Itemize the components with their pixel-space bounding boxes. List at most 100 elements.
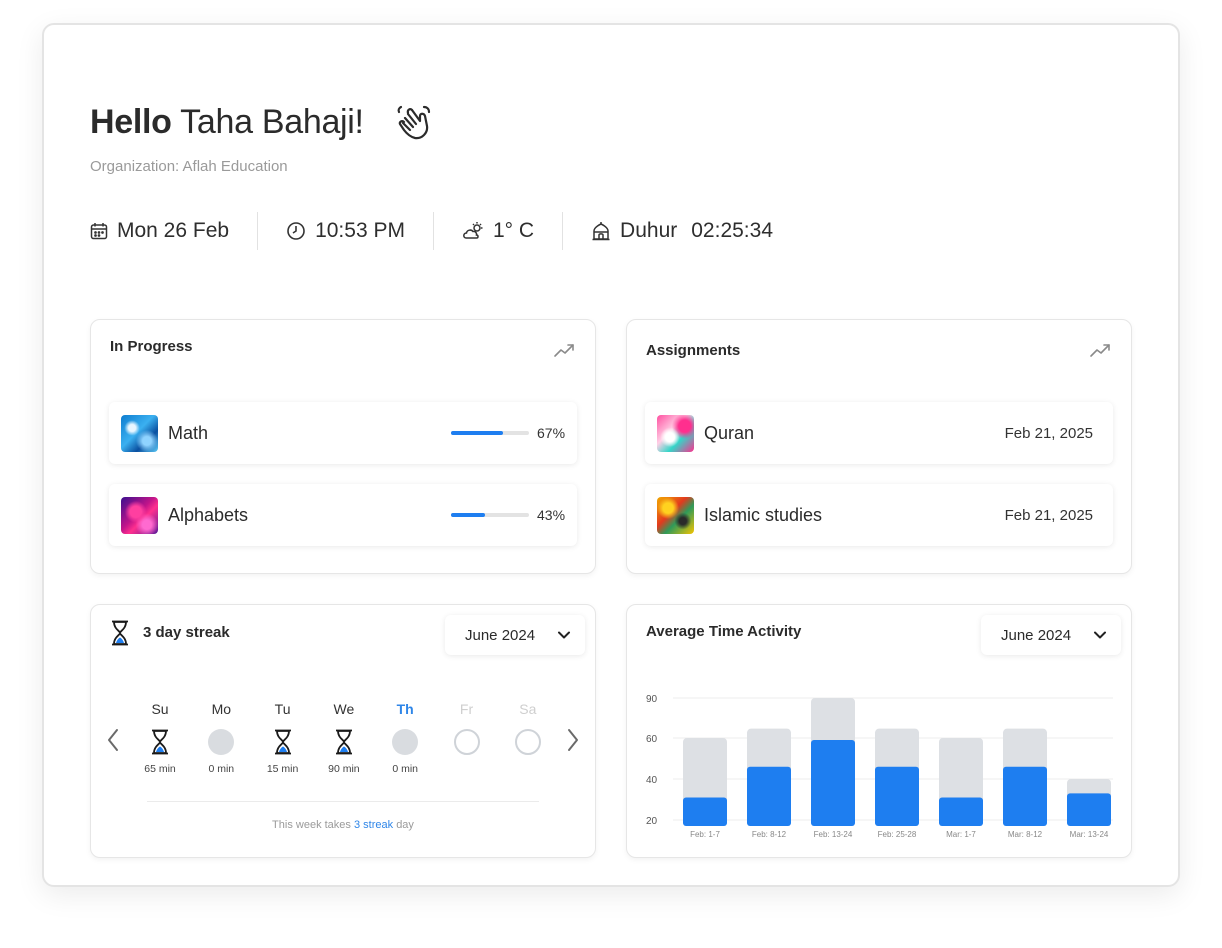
- empty-circle-icon: [453, 729, 480, 755]
- partly-cloudy-icon: [463, 222, 483, 239]
- day-minutes: 0 min: [392, 763, 419, 775]
- user-name: Taha Bahaji!: [180, 102, 364, 141]
- time-text: 10:53 PM: [315, 219, 405, 242]
- prayer-countdown: 02:25:34: [691, 219, 773, 242]
- hourglass-icon: [270, 729, 296, 755]
- assignments-title: Assignments: [646, 342, 741, 359]
- day-minutes: 0 min: [208, 763, 235, 775]
- month-select-value: June 2024: [465, 626, 536, 644]
- list-item[interactable]: Math 67%: [109, 402, 577, 464]
- bar-value: [683, 797, 727, 826]
- week-note: This week takes 3 streak day: [91, 819, 595, 831]
- chevron-left-icon[interactable]: [103, 727, 123, 753]
- organization-label: Organization: Aflah Education: [90, 158, 288, 175]
- mosque-icon: [592, 222, 610, 241]
- list-item[interactable]: Islamic studies Feb 21, 2025: [645, 484, 1113, 546]
- divider: [147, 801, 539, 802]
- filled-circle-icon: [208, 729, 235, 755]
- course-thumbnail: [121, 496, 158, 534]
- x-tick-label: Feb: 13-24: [814, 830, 853, 839]
- course-name: Alphabets: [168, 504, 249, 525]
- page-title: Hello Taha Bahaji!: [90, 103, 364, 142]
- x-tick-label: Feb: 25-28: [878, 830, 917, 839]
- day-name: Sa: [519, 701, 537, 717]
- month-select[interactable]: June 2024: [445, 615, 585, 655]
- chevron-right-icon[interactable]: [563, 727, 583, 753]
- empty-circle-icon: [514, 729, 541, 755]
- prayer-name: Duhur: [620, 219, 678, 242]
- weather-info: 1° C: [462, 212, 534, 250]
- streak-day-th: Th 0 min: [380, 701, 430, 777]
- day-minutes: 90 min: [328, 763, 360, 775]
- day-minutes: 65 min: [144, 763, 176, 775]
- progress-percent: 67%: [537, 425, 566, 441]
- assignment-name: Quran: [704, 422, 755, 443]
- greeting: Hello Taha Bahaji!: [90, 100, 434, 144]
- hourglass-icon: [112, 620, 128, 646]
- trend-icon[interactable]: [553, 340, 575, 362]
- trend-icon[interactable]: [1089, 340, 1111, 362]
- activity-chart: 20 40 60 90 Feb: 1-7 Feb: 8-12 Feb: 13-24 Feb: …: [646, 694, 1113, 839]
- progress-bar: [451, 431, 529, 435]
- bar-value: [939, 797, 983, 826]
- x-tick-label: Feb: 8-12: [752, 830, 787, 839]
- day-name: Fr: [459, 701, 474, 717]
- bar-value: [1003, 766, 1047, 826]
- day-name: Mo: [211, 701, 232, 717]
- due-date: Feb 21, 2025: [1004, 506, 1093, 524]
- waving-hand-icon: [394, 102, 434, 142]
- hourglass-icon: [147, 729, 173, 755]
- prayer-info: Duhur 02:25:34: [591, 212, 773, 250]
- progress-fill: [451, 513, 485, 517]
- y-tick-label: 60: [646, 734, 658, 745]
- streak-day-we: We 90 min: [319, 701, 369, 777]
- list-item[interactable]: Quran Feb 21, 2025: [645, 402, 1113, 464]
- day-name: We: [333, 701, 355, 717]
- chevron-down-icon: [558, 631, 570, 639]
- filled-circle-icon: [392, 729, 419, 755]
- bar-value: [811, 740, 855, 826]
- day-minutes: [442, 763, 492, 777]
- day-name: Th: [396, 701, 414, 717]
- week-note-prefix: This week takes: [272, 819, 351, 831]
- hello-text: Hello: [90, 102, 172, 141]
- progress-bar: [451, 513, 529, 517]
- day-name: Tu: [274, 701, 291, 717]
- streak-day-sa: Sa: [503, 701, 553, 777]
- list-item[interactable]: Alphabets 43%: [109, 484, 577, 546]
- course-name: Math: [168, 422, 209, 443]
- streak-day-tu: Tu 15 min: [258, 701, 308, 777]
- assignment-thumbnail: [657, 496, 694, 534]
- date-text: Mon 26 Feb: [117, 219, 230, 242]
- assignments-card: Assignments Quran Feb 21, 2025 Islamic s…: [626, 319, 1132, 574]
- progress-fill: [451, 431, 504, 435]
- in-progress-card: In Progress Math 67% Alphabets 43%: [90, 319, 596, 574]
- in-progress-title: In Progress: [110, 338, 193, 355]
- y-tick-label: 90: [646, 694, 658, 705]
- x-tick-label: Feb: 1-7: [690, 830, 720, 839]
- hourglass-icon: [331, 729, 357, 755]
- x-tick-label: Mar: 8-12: [1008, 830, 1043, 839]
- date-info: Mon 26 Feb: [90, 212, 229, 250]
- weather-text: 1° C: [492, 219, 535, 242]
- streak-card: 3 day streak June 2024 Su 65 min Mo 0 min Tu…: [90, 604, 596, 858]
- y-tick-label: 40: [646, 775, 658, 786]
- streak-day-mo: Mo 0 min: [196, 701, 246, 777]
- course-thumbnail: [121, 414, 158, 452]
- calendar-icon: [90, 223, 108, 240]
- streak-title: 3 day streak: [143, 624, 230, 641]
- assignment-name: Islamic studies: [704, 504, 823, 525]
- activity-card: Average Time Activity June 2024 20 40 60 90…: [626, 604, 1132, 858]
- due-date: Feb 21, 2025: [1004, 424, 1093, 442]
- x-tick-label: Mar: 13-24: [1070, 830, 1109, 839]
- assignment-thumbnail: [657, 414, 694, 452]
- day-minutes: 15 min: [266, 763, 299, 775]
- divider: [562, 212, 564, 250]
- bar-value: [1067, 793, 1111, 826]
- x-tick-label: Mar: 1-7: [946, 830, 976, 839]
- bar-value: [875, 766, 919, 826]
- divider: [432, 212, 434, 250]
- time-info: 10:53 PM: [286, 212, 405, 250]
- divider: [257, 212, 259, 250]
- week-note-suffix: day: [396, 819, 414, 831]
